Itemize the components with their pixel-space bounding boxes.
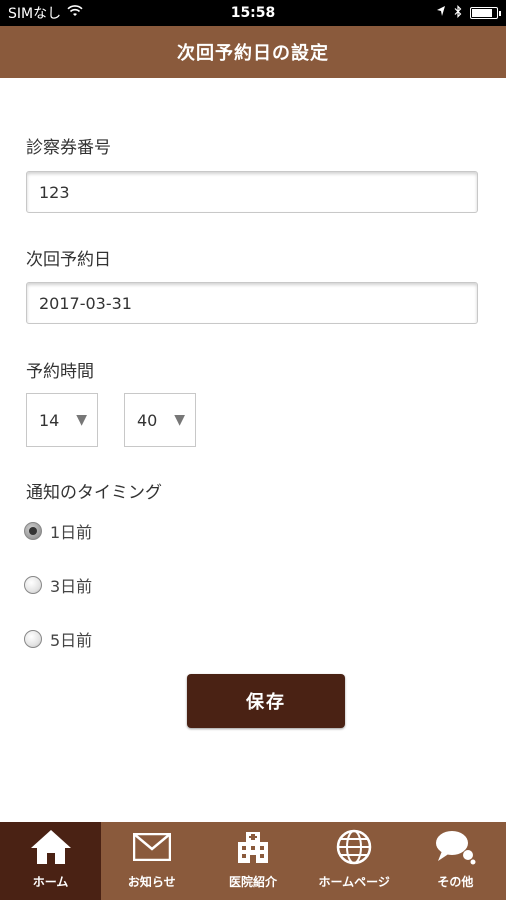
card-number-input[interactable] <box>26 171 478 213</box>
next-date-input[interactable] <box>26 282 478 324</box>
tab-bar: ホーム お知らせ 医院紹介 ホームページ その他 <box>0 822 506 900</box>
minute-value: 40 <box>137 410 158 430</box>
globe-icon <box>336 827 372 867</box>
carrier-label: SIMなし <box>8 6 62 22</box>
save-button[interactable]: 保存 <box>187 674 345 728</box>
tab-home[interactable]: ホーム <box>0 822 102 900</box>
appointment-time-label: 予約時間 <box>26 362 94 382</box>
tab-label: お知らせ <box>127 875 176 889</box>
notify-option-label: 5日前 <box>50 631 93 650</box>
hour-value: 14 <box>39 410 60 430</box>
hospital-icon <box>236 827 270 867</box>
notify-option-3[interactable]: 3日前 <box>24 573 92 597</box>
wifi-icon <box>67 5 83 21</box>
minute-select[interactable]: 40 ▼ <box>124 393 196 447</box>
status-left: SIMなし <box>8 3 83 23</box>
tab-homepage[interactable]: ホームページ <box>304 822 405 900</box>
tab-label: その他 <box>437 875 474 889</box>
tab-label: ホーム <box>32 875 69 889</box>
bluetooth-icon <box>454 4 462 22</box>
radio-button-checked[interactable] <box>24 522 42 540</box>
hour-select[interactable]: 14 ▼ <box>26 393 98 447</box>
tab-other[interactable]: その他 <box>405 822 506 900</box>
notify-option-label: 1日前 <box>50 523 93 542</box>
save-button-label: 保存 <box>246 692 286 713</box>
dropdown-arrow-icon: ▼ <box>76 412 87 428</box>
notify-option-1[interactable]: 1日前 <box>24 519 92 543</box>
tab-news[interactable]: お知らせ <box>101 822 202 900</box>
next-date-label: 次回予約日 <box>26 250 111 270</box>
mail-icon <box>132 827 171 867</box>
tab-label: 医院紹介 <box>229 875 278 889</box>
tab-clinic[interactable]: 医院紹介 <box>202 822 303 900</box>
location-arrow-icon <box>436 5 446 21</box>
dropdown-arrow-icon: ▼ <box>174 412 185 428</box>
radio-button[interactable] <box>24 576 42 594</box>
battery-icon <box>470 7 501 19</box>
notify-timing-label: 通知のタイミング <box>26 483 162 503</box>
navigation-bar: 次回予約日の設定 <box>0 26 506 78</box>
page-title: 次回予約日の設定 <box>177 43 329 64</box>
status-right <box>436 4 501 22</box>
notify-option-5[interactable]: 5日前 <box>24 627 92 651</box>
home-icon <box>29 827 73 867</box>
chat-bubbles-icon <box>434 827 476 867</box>
tab-label: ホームページ <box>318 875 390 889</box>
status-bar: SIMなし 15:58 <box>0 0 506 26</box>
card-number-label: 診察券番号 <box>26 138 111 158</box>
notify-option-label: 3日前 <box>50 577 93 596</box>
radio-button[interactable] <box>24 630 42 648</box>
